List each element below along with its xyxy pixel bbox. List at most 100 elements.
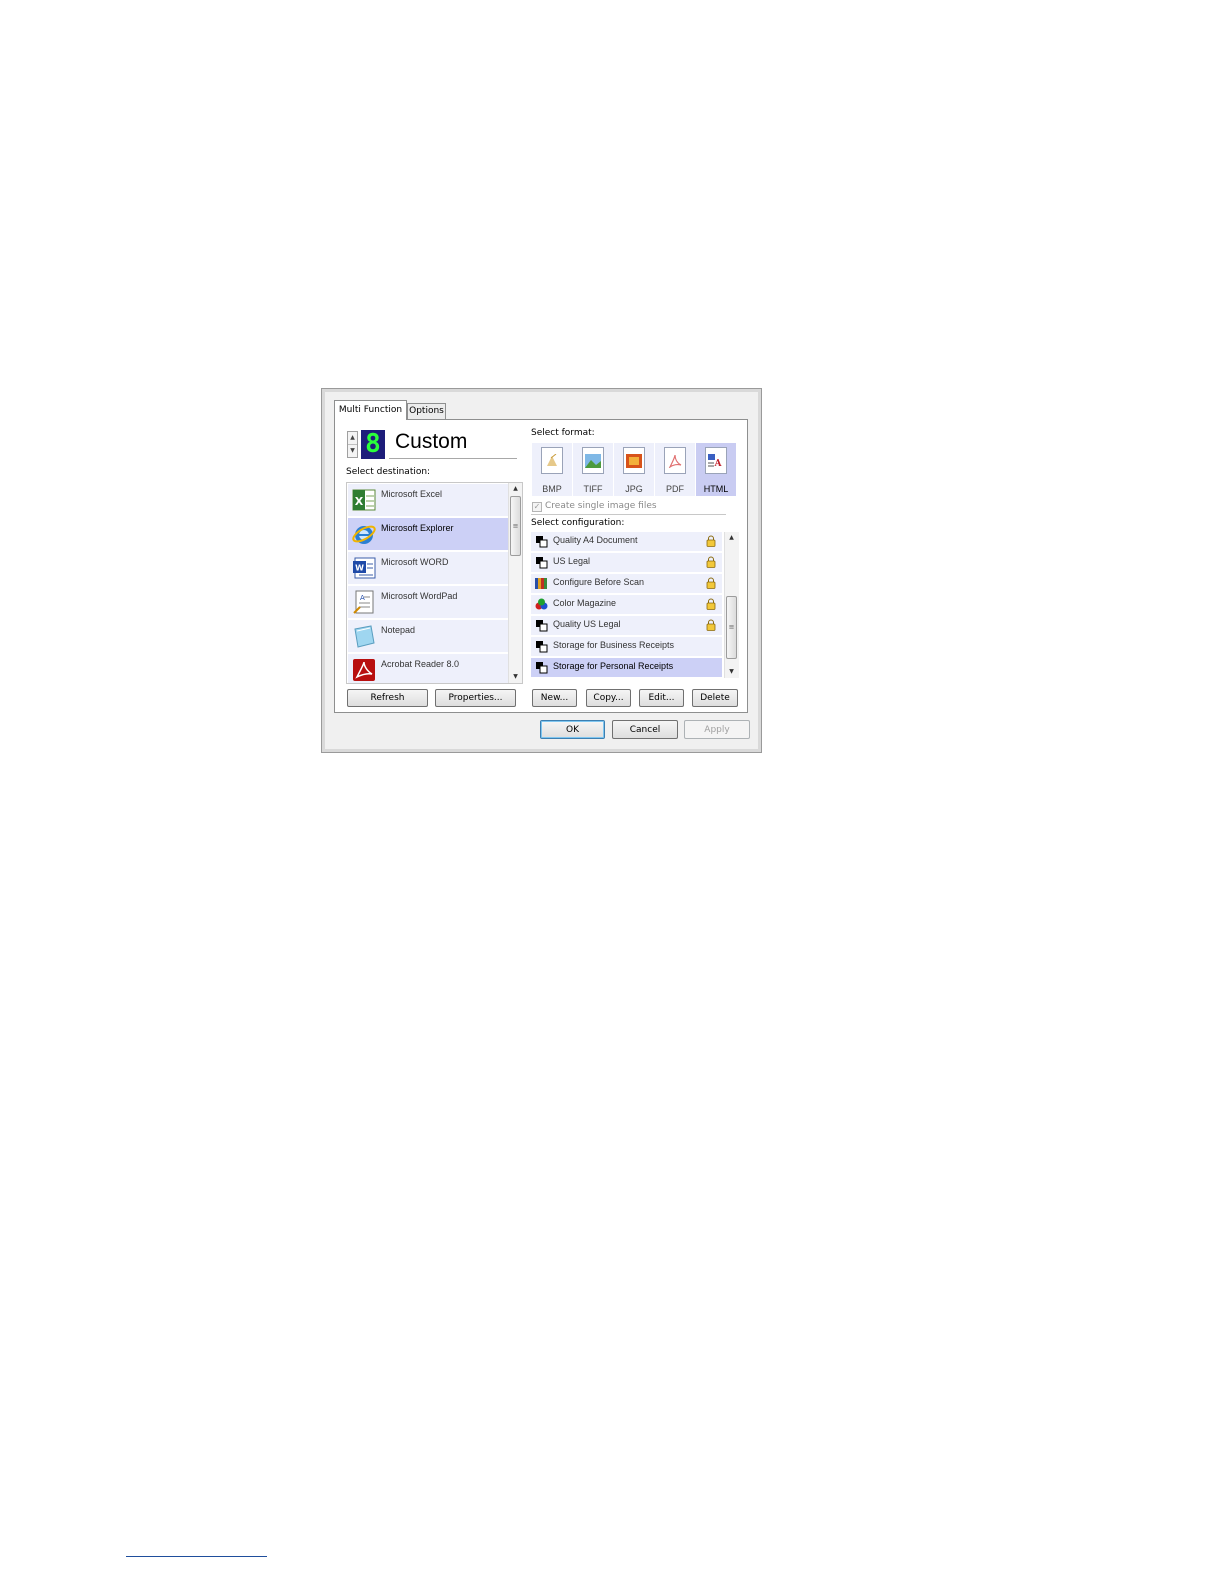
format-option-bmp[interactable]: BMP [532,443,572,496]
destination-item-notepad[interactable]: Notepad [348,620,508,653]
excel-icon: X [352,489,376,511]
copy-configuration-button[interactable]: Copy... [586,689,631,707]
destination-label: Microsoft WordPad [381,591,458,601]
svg-text:X: X [355,495,364,508]
button-title: Custom [395,430,468,453]
format-option-tiff[interactable]: TIFF [573,443,613,496]
svg-text:A: A [360,594,365,602]
format-label: TIFF [583,484,603,494]
wordpad-icon: A [353,590,374,614]
scrollbar-thumb[interactable]: ≡ [510,496,521,556]
word-icon: W [353,557,376,579]
configuration-scrollbar[interactable]: ▲ ≡ ▼ [724,532,739,678]
destination-item-microsoft-excel[interactable]: X Microsoft Excel [348,484,508,517]
properties-button[interactable]: Properties... [435,689,516,707]
scroll-down-arrow-icon[interactable]: ▼ [509,671,522,683]
create-single-image-files-label: Create single image files [545,501,657,511]
scrollbar-thumb[interactable]: ≡ [726,596,737,659]
format-divider [531,514,726,515]
notepad-icon [354,625,375,648]
format-label: HTML [703,484,729,494]
configuration-list: Quality A4 Document US Legal Configure B… [531,532,739,678]
configuration-item-us-legal[interactable]: US Legal [531,553,722,572]
ok-button[interactable]: OK [540,720,605,739]
tab-multi-function[interactable]: Multi Function [334,400,407,420]
title-divider [389,458,517,459]
destination-label: Microsoft Excel [381,489,443,499]
jpg-file-icon [623,447,645,474]
footer-link-underline [126,1556,267,1557]
black-and-white-config-icon [536,536,548,548]
lock-icon [706,598,716,610]
format-label: JPG [625,484,643,494]
lock-icon [706,556,716,568]
configuration-item-storage-business-receipts[interactable]: Storage for Business Receipts [531,637,722,656]
destination-label: Microsoft WORD [381,557,449,567]
configuration-item-quality-a4-document[interactable]: Quality A4 Document [531,532,722,551]
black-and-white-config-icon [536,620,548,632]
format-option-html[interactable]: A HTML [696,443,736,496]
destination-list: X Microsoft Excel Microsoft Explorer W M… [346,482,523,684]
button-number-led-display: 8 [361,430,385,459]
configuration-item-configure-before-scan[interactable]: Configure Before Scan [531,574,722,593]
select-destination-label: Select destination: [346,467,431,477]
lock-icon [706,535,716,547]
configuration-label: Quality US Legal [553,619,621,629]
lock-icon [706,577,716,589]
new-configuration-button[interactable]: New... [532,689,577,707]
delete-configuration-button[interactable]: Delete [692,689,738,707]
scroll-down-arrow-icon[interactable]: ▼ [725,666,738,678]
scroll-up-arrow-icon[interactable]: ▲ [725,532,738,544]
configuration-item-quality-us-legal[interactable]: Quality US Legal [531,616,722,635]
format-option-pdf[interactable]: PDF [655,443,695,496]
scroll-up-arrow-icon[interactable]: ▲ [509,483,522,495]
configuration-label: US Legal [553,556,591,566]
destination-item-microsoft-explorer[interactable]: Microsoft Explorer [348,518,508,551]
configuration-label: Storage for Personal Receipts [553,661,674,671]
lock-icon [706,619,716,631]
configuration-label: Configure Before Scan [553,577,645,587]
destination-item-microsoft-word[interactable]: W Microsoft WORD [348,552,508,585]
black-and-white-config-icon [536,557,548,569]
destination-item-acrobat-reader[interactable]: Acrobat Reader 8.0 [348,654,508,683]
configuration-item-color-magazine[interactable]: Color Magazine [531,595,722,614]
configure-before-scan-icon [535,578,547,589]
select-format-label: Select format: [531,428,595,438]
destination-scrollbar[interactable]: ▲ ≡ ▼ [508,483,522,683]
format-label: PDF [666,484,684,494]
cancel-button[interactable]: Cancel [612,720,678,739]
scanner-properties-dialog: Multi Function Options ▲ ▼ 8 Custom Sele… [321,388,762,753]
configuration-label: Quality A4 Document [553,535,638,545]
create-single-image-files-checkbox[interactable]: ✓ [532,502,542,512]
format-label: BMP [542,484,562,494]
refresh-button[interactable]: Refresh [347,689,428,707]
format-option-jpg[interactable]: JPG [614,443,654,496]
destination-label: Microsoft Explorer [381,523,454,533]
black-and-white-config-icon [536,641,548,653]
page: Multi Function Options ▲ ▼ 8 Custom Sele… [0,0,1224,1584]
apply-button[interactable]: Apply [684,720,750,739]
configuration-label: Storage for Business Receipts [553,640,675,650]
internet-explorer-icon [352,525,376,544]
destination-item-microsoft-wordpad[interactable]: A Microsoft WordPad [348,586,508,619]
acrobat-icon [353,659,375,681]
tiff-file-icon [582,447,604,474]
pdf-file-icon [664,447,686,474]
svg-text:W: W [355,564,364,573]
color-config-icon [535,598,548,610]
configuration-item-storage-personal-receipts[interactable]: Storage for Personal Receipts [531,658,722,677]
tab-options[interactable]: Options [407,403,446,419]
tab-panel: ▲ ▼ 8 Custom Select destination: X Micro… [334,419,748,713]
destination-label: Notepad [381,625,416,635]
svg-text:A: A [714,459,723,468]
html-file-icon: A [705,447,727,474]
bmp-file-icon [541,447,563,474]
select-configuration-label: Select configuration: [531,518,625,528]
edit-configuration-button[interactable]: Edit... [639,689,684,707]
destination-label: Acrobat Reader 8.0 [381,659,460,669]
configuration-label: Color Magazine [553,598,617,608]
spinner-down-arrow-icon[interactable]: ▼ [348,445,357,457]
button-number-spinner[interactable]: ▲ ▼ [347,431,358,458]
black-and-white-config-icon [536,662,548,674]
spinner-up-arrow-icon[interactable]: ▲ [348,432,357,445]
